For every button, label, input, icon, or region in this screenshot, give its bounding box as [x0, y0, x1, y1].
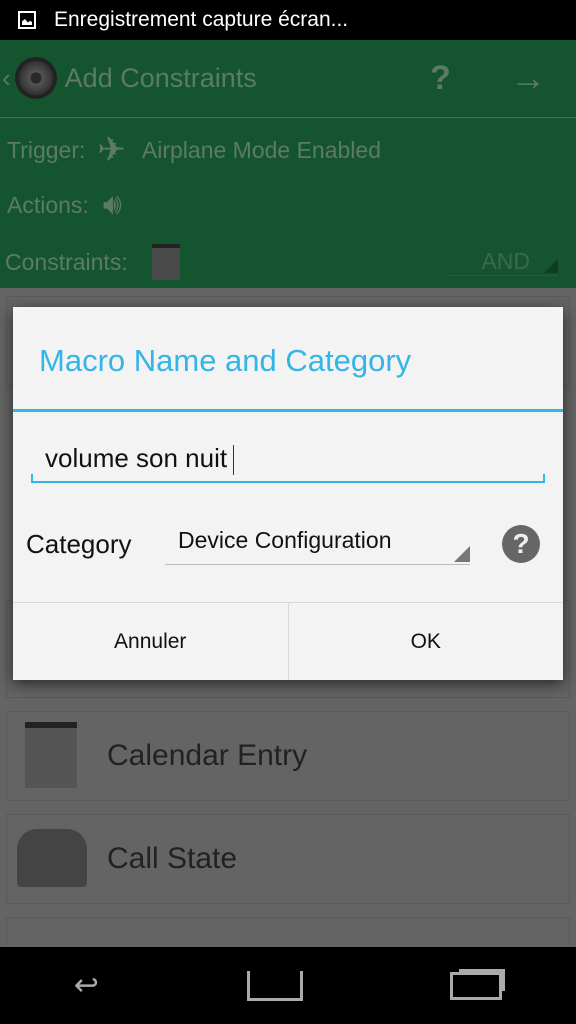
- list-item-label: Call State: [107, 842, 238, 875]
- back-icon[interactable]: ↩: [74, 968, 99, 1003]
- calendar-icon: [25, 722, 77, 788]
- ok-button[interactable]: OK: [287, 603, 564, 680]
- list-item-calendar-entry[interactable]: Calendar Entry: [6, 711, 570, 801]
- macro-name-dialog: Macro Name and Category volume son nuit …: [13, 307, 563, 680]
- navigation-bar: ↩: [0, 947, 576, 1024]
- cancel-button[interactable]: Annuler: [13, 603, 288, 680]
- next-arrow-button[interactable]: →: [510, 57, 546, 99]
- airplane-icon: ✈: [97, 131, 126, 169]
- list-item-label: Calendar Entry: [107, 739, 308, 772]
- home-icon[interactable]: [246, 970, 303, 1001]
- help-icon[interactable]: ?: [502, 525, 540, 563]
- category-spinner[interactable]: Device Configuration: [165, 527, 470, 565]
- status-bar: Enregistrement capture écran...: [0, 0, 576, 40]
- macro-name-input[interactable]: volume son nuit: [31, 435, 545, 483]
- telephone-icon: [17, 829, 87, 887]
- action-bar: ‹ Add Constraints ? →: [0, 40, 576, 117]
- notification-text: Enregistrement capture écran...: [54, 8, 349, 31]
- dialog-title: Macro Name and Category: [39, 343, 412, 378]
- category-label: Category: [26, 529, 132, 559]
- page-title: Add Constraints: [64, 62, 257, 93]
- logic-spinner[interactable]: AND: [448, 248, 558, 276]
- recent-apps-icon[interactable]: [450, 971, 503, 1000]
- back-chevron-icon[interactable]: ‹: [2, 63, 11, 94]
- trigger-label: Trigger:: [7, 136, 86, 163]
- gears-app-icon[interactable]: [14, 57, 57, 99]
- image-icon: [18, 11, 36, 29]
- trigger-value[interactable]: Airplane Mode Enabled: [142, 137, 381, 164]
- list-item-call-state[interactable]: Call State: [6, 814, 570, 904]
- macro-name-value: volume son nuit: [45, 443, 228, 473]
- speaker-icon[interactable]: 🔊︎: [103, 188, 122, 222]
- constraints-label: Constraints:: [5, 248, 128, 275]
- calendar-icon[interactable]: [151, 244, 180, 280]
- help-button[interactable]: ?: [430, 59, 451, 98]
- dialog-buttons: Annuler OK: [13, 602, 563, 680]
- macro-summary: Trigger: ✈ Airplane Mode Enabled Actions…: [0, 118, 576, 288]
- text-cursor: [233, 445, 235, 476]
- title-divider: [13, 409, 563, 412]
- actions-label: Actions:: [7, 191, 89, 218]
